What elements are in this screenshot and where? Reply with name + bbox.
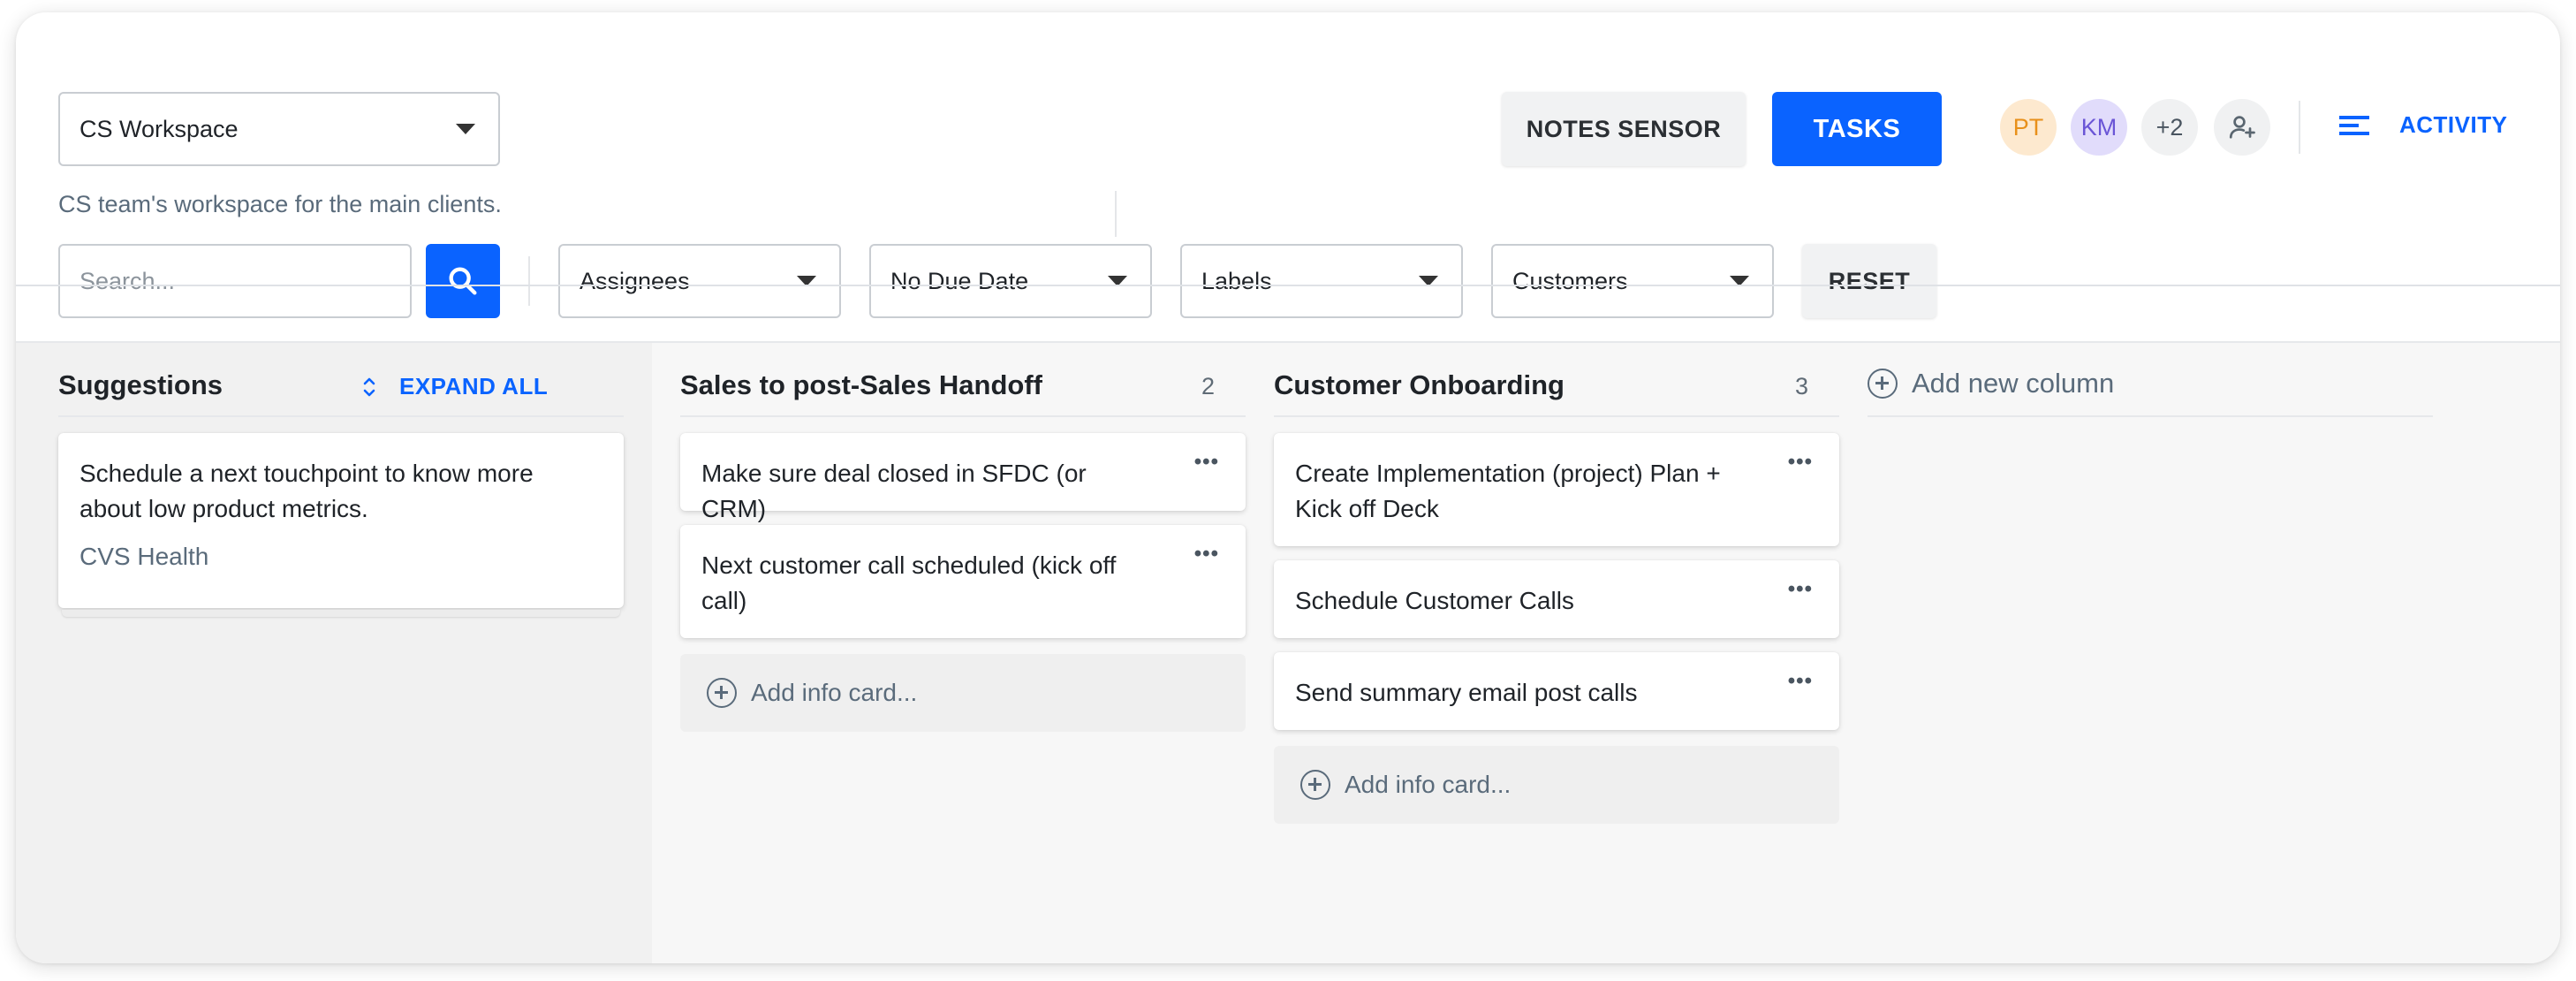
due-date-filter-label: No Due Date — [890, 267, 1029, 294]
add-member-button[interactable] — [2214, 99, 2270, 156]
workspace-select-value: CS Workspace — [80, 115, 239, 142]
avatar-pt[interactable]: PT — [2000, 99, 2057, 156]
labels-filter-label: Labels — [1201, 267, 1272, 294]
more-options-icon[interactable]: ••• — [1788, 579, 1813, 600]
workspace-description: CS team's workspace for the main clients… — [58, 191, 502, 217]
suggestions-title: Suggestions — [58, 369, 224, 400]
column-title: Customer Onboarding — [1274, 369, 1565, 400]
suggestion-customer: CVS Health — [80, 543, 209, 570]
more-members-count: +2 — [2156, 113, 2184, 141]
notes-sensor-button[interactable]: NOTES SENSOR — [1502, 92, 1746, 166]
task-card[interactable]: Send summary email post calls ••• — [1274, 652, 1839, 730]
add-column-rule — [1868, 415, 2433, 417]
avatar-initials: KM — [2080, 113, 2118, 141]
expand-icon — [363, 377, 375, 396]
workspace-select[interactable]: CS Workspace — [58, 92, 500, 166]
task-card-text: Next customer call scheduled (kick off c… — [701, 551, 1117, 614]
column-count: 2 — [1201, 373, 1216, 399]
task-card-text: Make sure deal closed in SFDC (or CRM) — [701, 460, 1087, 522]
column-rule — [1274, 415, 1839, 417]
add-circle-icon — [1300, 770, 1330, 800]
task-card-text: Send summary email post calls — [1295, 679, 1638, 706]
task-card-text: Schedule Customer Calls — [1295, 587, 1574, 614]
assignees-filter[interactable]: Assignees — [558, 244, 841, 318]
more-options-icon[interactable]: ••• — [1788, 671, 1813, 692]
add-circle-icon — [707, 678, 737, 708]
labels-filter[interactable]: Labels — [1180, 244, 1463, 318]
expand-all-label: EXPAND ALL — [399, 373, 549, 399]
search-icon — [449, 267, 477, 295]
task-card-text: Create Implementation (project) Plan + K… — [1295, 460, 1721, 522]
column-count: 3 — [1795, 373, 1809, 399]
add-person-icon — [2229, 116, 2255, 139]
column-title: Sales to post-Sales Handoff — [680, 369, 1042, 400]
suggestion-card-shadow — [62, 610, 620, 617]
task-card[interactable]: Next customer call scheduled (kick off c… — [680, 525, 1246, 638]
more-members-badge[interactable]: +2 — [2141, 99, 2198, 156]
search-divider — [528, 256, 530, 306]
activity-button[interactable]: ACTIVITY — [2339, 111, 2507, 139]
filter-divider-top — [1115, 191, 1117, 237]
suggestion-text: Schedule a next touchpoint to know more … — [80, 460, 534, 522]
add-info-card-label: Add info card... — [1345, 771, 1512, 798]
expand-all-button[interactable]: EXPAND ALL — [360, 373, 548, 400]
header-rule — [16, 285, 2560, 286]
suggestion-card[interactable]: Schedule a next touchpoint to know more … — [58, 433, 624, 608]
avatar-initials: PT — [2012, 113, 2044, 141]
more-options-icon[interactable]: ••• — [1194, 544, 1219, 565]
reset-button[interactable]: RESET — [1802, 244, 1936, 318]
customers-filter[interactable]: Customers — [1491, 244, 1774, 318]
tasks-button[interactable]: TASKS — [1772, 92, 1942, 166]
activity-label: ACTIVITY — [2399, 111, 2508, 138]
task-card[interactable]: Schedule Customer Calls ••• — [1274, 560, 1839, 638]
add-info-card-label: Add info card... — [751, 679, 918, 706]
task-card[interactable]: Create Implementation (project) Plan + K… — [1274, 433, 1839, 546]
more-options-icon[interactable]: ••• — [1788, 452, 1813, 473]
add-info-card-button[interactable]: Add info card... — [1274, 746, 1839, 824]
task-card[interactable]: Make sure deal closed in SFDC (or CRM) •… — [680, 433, 1246, 522]
customers-filter-label: Customers — [1512, 267, 1628, 294]
suggestions-rule — [58, 415, 624, 417]
app-window: CS Workspace CS team's workspace for the… — [16, 12, 2560, 963]
activity-icon — [2339, 115, 2369, 135]
avatar-km[interactable]: KM — [2071, 99, 2127, 156]
add-circle-icon — [1868, 369, 1898, 399]
due-date-filter[interactable]: No Due Date — [869, 244, 1152, 318]
search-input[interactable] — [58, 244, 412, 318]
column-rule — [680, 415, 1246, 417]
add-new-column-button[interactable]: Add new column — [1868, 368, 2114, 399]
more-options-icon[interactable]: ••• — [1194, 452, 1219, 473]
header-divider — [2299, 101, 2300, 154]
search-button[interactable] — [426, 244, 500, 318]
add-new-column-label: Add new column — [1912, 368, 2115, 399]
assignees-filter-label: Assignees — [580, 267, 690, 294]
add-info-card-button[interactable]: Add info card... — [680, 654, 1246, 732]
chevron-down-icon — [456, 124, 475, 134]
